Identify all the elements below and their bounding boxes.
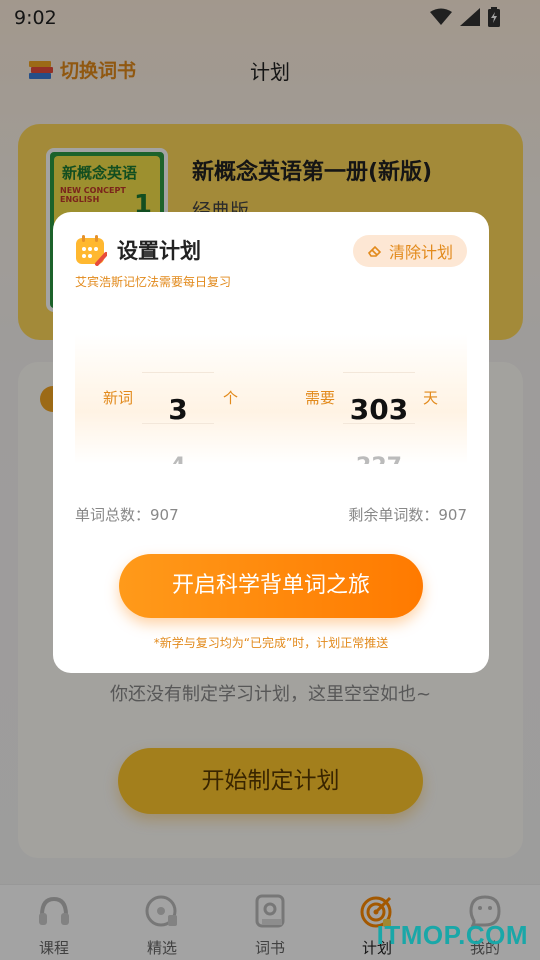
new-words-value: 3 (168, 393, 188, 426)
set-plan-dialog: 设置计划 艾宾浩斯记忆法需要每日复习 清除计划 新词 3 4 个 需要 303 … (53, 212, 489, 673)
days-next: 227 (343, 454, 415, 464)
plan-picker: 新词 3 4 个 需要 303 227 天 (75, 334, 467, 464)
total-words: 单词总数：907 (75, 506, 179, 524)
start-journey-button[interactable]: 开启科学背单词之旅 (119, 554, 423, 618)
dialog-title: 设置计划 (117, 239, 201, 263)
new-words-wheel[interactable]: 3 (142, 372, 214, 426)
new-words-label: 新词 (103, 389, 134, 407)
days-wheel[interactable]: 303 (343, 372, 415, 426)
need-label: 需要 (305, 389, 336, 407)
new-words-unit: 个 (223, 389, 239, 407)
days-value: 303 (349, 393, 409, 426)
eraser-icon (367, 245, 382, 257)
days-unit: 天 (423, 389, 439, 407)
clear-plan-button[interactable]: 清除计划 (352, 235, 467, 267)
dialog-header: 设置计划 (75, 234, 201, 266)
calendar-icon (76, 235, 107, 266)
new-words-next: 4 (142, 454, 214, 464)
watermark: ITMOP.COM (376, 920, 528, 950)
clear-plan-label: 清除计划 (388, 243, 453, 262)
dialog-note: *新学与复习均为“已完成”时，计划正常推送 (153, 636, 389, 650)
remaining-words: 剩余单词数：907 (348, 506, 467, 524)
dialog-subtitle: 艾宾浩斯记忆法需要每日复习 (75, 275, 232, 289)
